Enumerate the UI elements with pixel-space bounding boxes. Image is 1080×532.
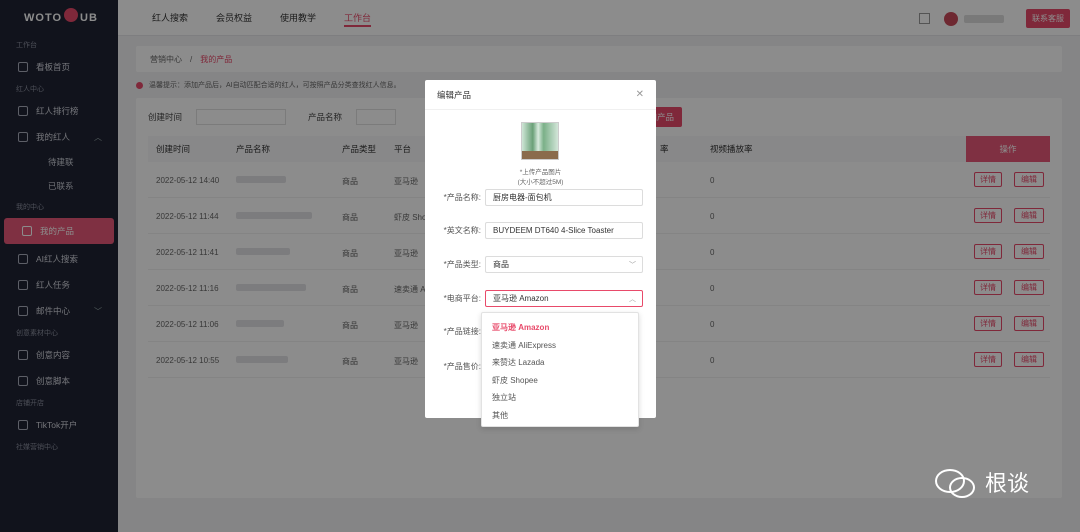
name-row: *产品名称: 厨房电器-面包机 [437,189,643,206]
product-type-select[interactable]: 商品 ﹀ [485,256,643,273]
modal-title: 编辑产品 [425,80,656,110]
platform-label: *电商平台: [443,294,481,303]
upload-limit: (大小不超过5M) [517,179,564,186]
english-name-field[interactable]: BUYDEEM DT640 4-Slice Toaster [485,222,643,239]
app: WOTO UB 工作台 看板首页 红人中心 红人排行榜 我的红人 ︿ 待建联 已联系… [0,0,1080,532]
close-icon[interactable]: ✕ [636,89,644,100]
link-row: *产品链接: [437,326,485,337]
upload-hint: *上传产品图片 [519,169,562,176]
platform-option[interactable]: 来赞达 Lazada [482,354,638,372]
name-label: *产品名称: [443,193,481,202]
watermark-text: 根谈 [985,471,1030,496]
chevron-down-icon: ﹀ [629,261,636,269]
platform-option[interactable]: 虾皮 Shopee [482,372,638,390]
en-name-row: *英文名称: BUYDEEM DT640 4-Slice Toaster [437,222,643,239]
price-row: *产品售价: [437,361,485,372]
chevron-up-icon: ︿ [629,295,636,303]
platform-option[interactable]: 速卖通 AliExpress [482,337,638,355]
platform-value: 亚马逊 Amazon [493,294,549,303]
en-name-label: *英文名称: [443,226,481,235]
platform-option[interactable]: 其他 [482,407,638,425]
platform-select[interactable]: 亚马逊 Amazon ︿ [485,290,643,307]
wechat-icon [935,467,975,498]
platform-row: *电商平台: 亚马逊 Amazon ︿ [437,290,643,307]
type-label: *产品类型: [443,260,481,269]
product-name-field[interactable]: 厨房电器-面包机 [485,189,643,206]
product-type-value: 商品 [493,260,509,269]
price-label: *产品售价: [443,362,481,371]
type-row: *产品类型: 商品 ﹀ [437,256,643,273]
link-label: *产品链接: [443,327,481,336]
platform-option[interactable]: 亚马逊 Amazon [482,319,638,337]
platform-option[interactable]: 独立站 [482,389,638,407]
product-image[interactable] [521,122,559,160]
watermark: 根谈 [935,466,1029,498]
platform-dropdown: 亚马逊 Amazon 速卖通 AliExpress 来赞达 Lazada 虾皮 … [481,312,639,427]
